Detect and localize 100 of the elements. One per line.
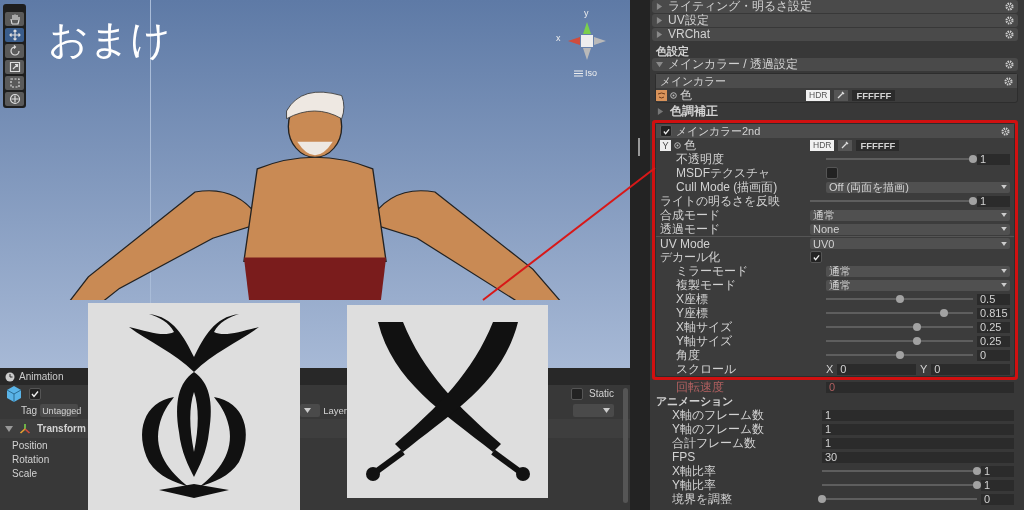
texture-thumbnail-icon[interactable] <box>660 139 671 151</box>
transform-field-label: Position <box>12 439 48 451</box>
triangle-icon[interactable] <box>5 424 13 433</box>
number-field[interactable]: 0.815 <box>977 307 1010 319</box>
dropdown-arrow-button[interactable] <box>300 404 321 417</box>
slider-thumb[interactable] <box>913 322 922 331</box>
hdr-button[interactable]: HDR <box>810 139 835 151</box>
circle-icon <box>674 141 681 149</box>
gear-icon[interactable] <box>1001 126 1010 136</box>
caret-icon <box>1001 185 1007 189</box>
clock-icon <box>5 371 15 382</box>
number-field[interactable]: 1 <box>822 437 1014 449</box>
dropdown[interactable]: Off (両面を描画) <box>826 181 1010 193</box>
checkbox[interactable] <box>810 251 822 263</box>
property-label: 回転速度 <box>676 380 724 394</box>
dropdown[interactable]: 通常 <box>826 279 1010 291</box>
dropdown[interactable]: UV0 <box>810 238 1010 249</box>
caret-icon <box>1001 241 1007 246</box>
axis-label: Y <box>920 363 928 375</box>
slider-thumb[interactable] <box>913 336 922 345</box>
property-label: 色 <box>684 138 696 152</box>
cube-icon <box>5 384 23 403</box>
slider-thumb[interactable] <box>895 350 904 359</box>
number-field[interactable]: 1 <box>977 153 1010 165</box>
number-field[interactable]: 0.25 <box>977 321 1010 333</box>
hand-tool-button[interactable] <box>5 12 24 26</box>
number-field[interactable]: 0 <box>837 363 916 375</box>
eyedropper-button[interactable] <box>838 139 853 151</box>
slider-thumb[interactable] <box>973 480 981 489</box>
checkbox[interactable] <box>826 167 838 179</box>
property-label: ライトの明るさを反映 <box>660 194 780 208</box>
foldout-header[interactable]: メインカラー / 透過設定 <box>652 58 1018 71</box>
hdr-button[interactable]: HDR <box>806 89 831 101</box>
property-label: X軸サイズ <box>676 320 732 334</box>
number-field[interactable]: 1 <box>981 479 1014 491</box>
dropdown[interactable]: 通常 <box>810 209 1010 221</box>
section-title: アニメーション <box>655 394 734 408</box>
property-label: 不透明度 <box>676 152 724 166</box>
foldout-header[interactable]: ライティング・明るさ設定 <box>652 0 1018 13</box>
property-label: 透過モード <box>660 222 720 236</box>
checkbox[interactable] <box>660 125 672 137</box>
panel-tab[interactable]: Animation <box>0 368 72 385</box>
eyedropper-button[interactable] <box>834 89 849 101</box>
number-field[interactable]: 0 <box>931 363 1010 375</box>
checkbox[interactable] <box>571 387 583 400</box>
x-axis-label: x <box>556 33 561 43</box>
foldout-header[interactable]: VRChat <box>652 28 1018 41</box>
number-field[interactable]: 1 <box>822 409 1014 421</box>
hex-color-field[interactable]: FFFFFF <box>856 139 900 151</box>
number-field[interactable]: 30 <box>822 451 1014 463</box>
rect-tool-button[interactable] <box>5 76 24 90</box>
static-label: Static <box>589 388 614 399</box>
slider-thumb[interactable] <box>818 494 826 503</box>
scale-tool-button[interactable] <box>5 60 24 74</box>
number-field[interactable]: 0 <box>977 349 1010 361</box>
property-label: Y座標 <box>676 306 708 320</box>
number-field[interactable]: 1 <box>981 465 1014 477</box>
tag-dropdown[interactable]: Untagged <box>40 404 79 417</box>
foldout-header[interactable]: UV設定 <box>652 14 1018 27</box>
transform-tool-button[interactable] <box>5 92 24 106</box>
foldout-header[interactable]: 色調補正 <box>652 103 1018 119</box>
circle-icon <box>670 91 677 99</box>
move-tool-button[interactable] <box>5 28 24 42</box>
slider-thumb[interactable] <box>969 196 977 205</box>
caret-icon <box>1001 283 1007 287</box>
slider-thumb[interactable] <box>973 466 981 475</box>
check-icon <box>812 253 820 261</box>
caret-icon <box>304 408 312 413</box>
axes-icon <box>19 422 31 435</box>
number-field[interactable]: 0 <box>981 493 1014 505</box>
caret-icon <box>603 408 610 413</box>
number-field[interactable]: 0.25 <box>977 335 1010 347</box>
slider-thumb[interactable] <box>939 308 948 317</box>
number-field[interactable]: 0.5 <box>977 293 1010 305</box>
number-field[interactable]: 1 <box>822 423 1014 435</box>
property-label: 合成モード <box>660 208 720 222</box>
box-title: メインカラー2nd <box>676 123 762 139</box>
slider-thumb[interactable] <box>895 294 904 303</box>
dropdown[interactable]: None <box>810 223 1010 235</box>
property-label: X軸のフレーム数 <box>672 408 764 422</box>
property-label: スクロール <box>676 362 736 376</box>
property-label: Cull Mode (描画面) <box>676 180 778 194</box>
layer-dropdown[interactable] <box>572 404 614 417</box>
property-label: Y軸比率 <box>672 478 716 492</box>
slider-thumb[interactable] <box>969 154 977 163</box>
y-axis-label: y <box>584 8 589 18</box>
checkbox[interactable] <box>29 387 41 400</box>
layer-label: Layer <box>323 405 347 416</box>
caret-icon <box>1001 227 1007 231</box>
rotate-tool-button[interactable] <box>5 44 24 58</box>
dropdown[interactable]: 通常 <box>826 265 1010 277</box>
number-field[interactable]: 1 <box>977 195 1010 207</box>
property-label: X座標 <box>676 292 708 306</box>
hex-color-field[interactable]: FFFFFF <box>852 89 896 101</box>
property-label: デカール化 <box>660 250 720 264</box>
texture-thumbnail-icon[interactable] <box>656 89 667 101</box>
menu-icon[interactable] <box>574 69 583 77</box>
property-label: Y軸サイズ <box>676 334 732 348</box>
property-label: 色 <box>680 88 692 102</box>
check-icon <box>31 389 39 398</box>
